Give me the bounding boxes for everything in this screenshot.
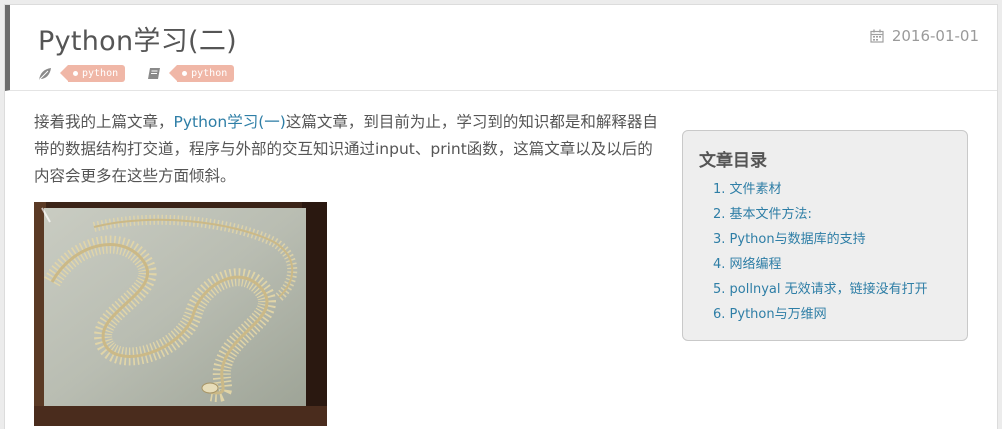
leaf-icon (38, 66, 52, 80)
post-date: 2016-01-01 (870, 27, 979, 45)
post-date-text: 2016-01-01 (891, 27, 979, 45)
post-meta: python python (38, 64, 256, 82)
tag-hole (73, 70, 78, 76)
post-tag[interactable]: python (169, 64, 235, 82)
toc-item-3[interactable]: 3. Python与数据库的支持 (713, 227, 928, 252)
table-of-contents: 文章目录 1. 文件素材 2. 基本文件方法: 3. Python与数据库的支持… (682, 130, 968, 341)
toc-item-2[interactable]: 2. 基本文件方法: (713, 202, 928, 227)
post-image (34, 202, 327, 426)
intro-paragraph: 接着我的上篇文章，Python学习(一)这篇文章，到目前为止，学习到的知识都是和… (34, 109, 666, 190)
previous-post-link[interactable]: Python学习(一) (174, 113, 286, 131)
calendar-icon (870, 29, 884, 43)
post-header: Python学习(二) 2016-01-01 python python (5, 5, 997, 91)
category-tag[interactable]: python (59, 64, 126, 82)
book-icon (147, 66, 161, 80)
tag-hole (182, 70, 188, 76)
category-group: python (38, 64, 126, 82)
toc-item-6[interactable]: 6. Python与万维网 (713, 302, 928, 327)
toc-item-4[interactable]: 4. 网络编程 (713, 252, 928, 277)
post-card: Python学习(二) 2016-01-01 python python 接着我… (4, 4, 998, 429)
post-tag-label: python (191, 67, 228, 79)
toc-title: 文章目录 (699, 151, 767, 171)
toc-item-5[interactable]: 5. pollnyal 无效请求，链接没有打开 (713, 277, 928, 302)
toc-list: 1. 文件素材 2. 基本文件方法: 3. Python与数据库的支持 4. 网… (713, 177, 928, 327)
tag-group: python (147, 64, 235, 82)
post-title[interactable]: Python学习(二) (38, 19, 237, 58)
intro-text-before: 接着我的上篇文章， (34, 113, 174, 131)
category-tag-label: python (82, 67, 119, 79)
toc-item-1[interactable]: 1. 文件素材 (713, 177, 928, 202)
